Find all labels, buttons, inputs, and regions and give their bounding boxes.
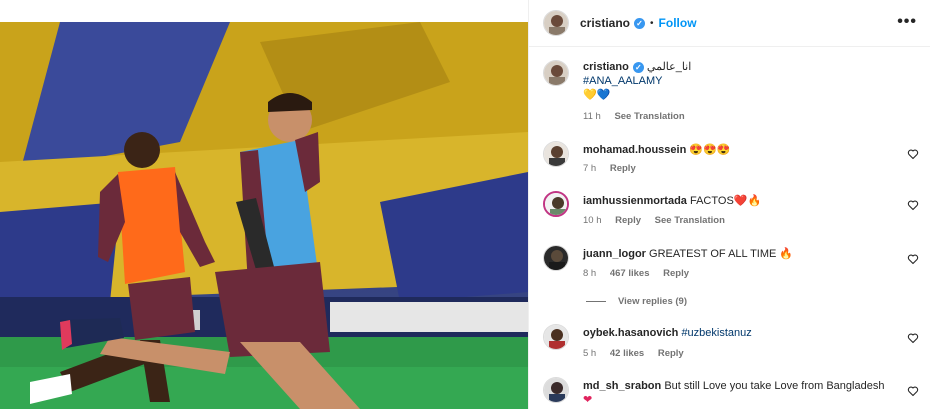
heart-outline-icon[interactable] <box>907 148 919 160</box>
avatar[interactable] <box>543 324 569 350</box>
comment-body: But still Love you take Love from Bangla… <box>664 380 885 392</box>
separator-dot: • <box>650 17 654 29</box>
comment-username[interactable]: juann_logor <box>583 248 646 260</box>
caption-text: cristiano ✓ انا_عالمي #ANA_AALAMY 💛💙 <box>583 60 903 102</box>
post-caption: cristiano ✓ انا_عالمي #ANA_AALAMY 💛💙 11 h… <box>543 60 923 130</box>
comment-item: md_sh_srabon But still Love you take Lov… <box>543 377 923 409</box>
replies-divider <box>586 300 606 302</box>
comments-panel: cristiano ✓ • Follow ••• cristiano ✓ انا_… <box>528 0 930 409</box>
caption-meta: 11 h See Translation <box>583 111 696 122</box>
comment-item: iamhussienmortada FACTOS❤️🔥 10 h Reply S… <box>543 191 923 231</box>
caption-hashtag[interactable]: #ANA_AALAMY <box>583 75 662 87</box>
comment-meta: 8 h 467 likes Reply <box>583 268 700 279</box>
comment-item: juann_logor GREATEST OF ALL TIME 🔥 8 h 4… <box>543 245 923 285</box>
comment-text: juann_logor GREATEST OF ALL TIME 🔥 <box>583 247 903 261</box>
heart-outline-icon[interactable] <box>907 385 919 397</box>
comment-time[interactable]: 10 h <box>583 215 602 226</box>
heart-outline-icon[interactable] <box>907 332 919 344</box>
post-author-username[interactable]: cristiano <box>580 16 630 30</box>
comment-body: GREATEST OF ALL TIME 🔥 <box>649 248 794 260</box>
avatar[interactable] <box>543 10 569 36</box>
post-image <box>0 22 528 409</box>
reply-button[interactable]: Reply <box>615 215 641 226</box>
comment-text: iamhussienmortada FACTOS❤️🔥 <box>583 194 903 208</box>
comment-meta: 5 h 42 likes Reply <box>583 348 695 359</box>
avatar[interactable] <box>543 60 569 86</box>
comment-item: mohamad.houssein 😍😍😍 7 h Reply <box>543 141 923 181</box>
comment-username[interactable]: oybek.hasanovich <box>583 327 678 339</box>
avatar[interactable] <box>543 245 569 271</box>
see-translation-link[interactable]: See Translation <box>614 111 684 122</box>
view-replies-button[interactable]: View replies (9) <box>586 296 687 307</box>
comment-text: mohamad.houssein 😍😍😍 <box>583 143 903 157</box>
like-count[interactable]: 42 likes <box>610 348 644 359</box>
verified-badge-icon: ✓ <box>632 62 644 73</box>
comment-username[interactable]: mohamad.houssein <box>583 144 686 156</box>
comment-text: oybek.hasanovich #uzbekistanuz <box>583 326 903 340</box>
comment-text: md_sh_srabon But still Love you take Lov… <box>583 379 903 407</box>
comment-username[interactable]: md_sh_srabon <box>583 380 661 392</box>
comment-username[interactable]: iamhussienmortada <box>583 195 687 207</box>
caption-time[interactable]: 11 h <box>583 111 601 122</box>
comment-hashtag[interactable]: #uzbekistanuz <box>681 327 751 339</box>
like-count[interactable]: 467 likes <box>610 268 650 279</box>
see-translation-link[interactable]: See Translation <box>655 215 725 226</box>
view-replies-label: View replies (9) <box>618 296 687 307</box>
post-header: cristiano ✓ • Follow ••• <box>529 0 930 47</box>
comment-meta: 7 h Reply <box>583 163 647 174</box>
comment-time[interactable]: 5 h <box>583 348 596 359</box>
reply-button[interactable]: Reply <box>663 268 689 279</box>
comment-time[interactable]: 8 h <box>583 268 596 279</box>
avatar[interactable] <box>543 377 569 403</box>
heart-outline-icon[interactable] <box>907 253 919 265</box>
comment-body: FACTOS❤️🔥 <box>689 195 762 207</box>
comment-emoji: ❤ <box>583 394 593 406</box>
verified-badge-icon: ✓ <box>634 17 646 29</box>
comment-body: 😍😍😍 <box>689 144 731 156</box>
caption-arabic: انا_عالمي <box>646 61 692 73</box>
comment-time[interactable]: 7 h <box>583 163 596 174</box>
reply-button[interactable]: Reply <box>610 163 636 174</box>
reply-button[interactable]: Reply <box>658 348 684 359</box>
comment-item: oybek.hasanovich #uzbekistanuz 5 h 42 li… <box>543 324 923 364</box>
caption-username[interactable]: cristiano <box>583 61 629 73</box>
more-options-icon[interactable]: ••• <box>897 13 917 31</box>
post-photo[interactable] <box>0 22 528 409</box>
comment-meta: 10 h Reply See Translation <box>583 215 736 226</box>
heart-outline-icon[interactable] <box>907 199 919 211</box>
avatar[interactable] <box>543 191 569 217</box>
avatar[interactable] <box>543 141 569 167</box>
follow-button[interactable]: Follow <box>659 16 697 30</box>
caption-emojis: 💛💙 <box>583 89 611 101</box>
